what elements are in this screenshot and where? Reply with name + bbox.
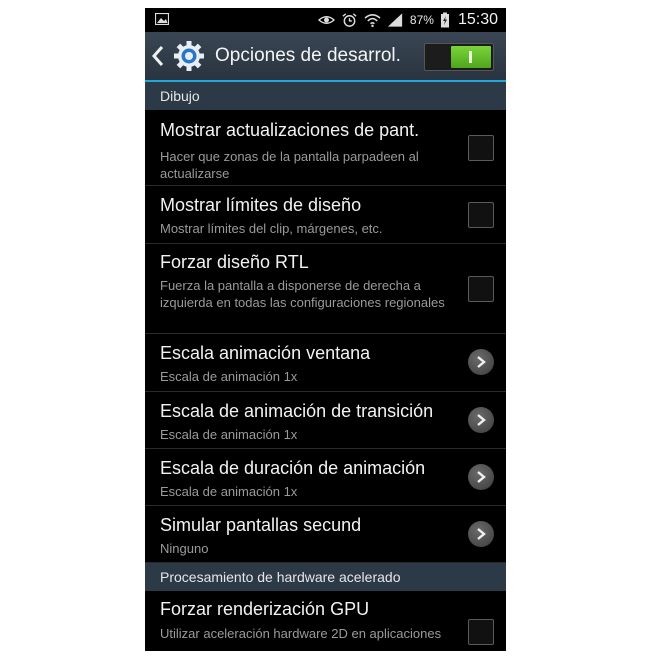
back-chevron-icon[interactable]	[151, 45, 165, 67]
checkbox[interactable]	[468, 619, 494, 645]
item-title: Mostrar actualizaciones de pant.	[160, 120, 420, 140]
item-title: Escala de duración de animación	[160, 458, 426, 478]
chevron-right-icon[interactable]	[468, 521, 494, 547]
list-item-escala-duracion[interactable]: Escala de duración de animación Escala d…	[145, 449, 506, 506]
item-title: Mostrar límites de diseño	[160, 195, 362, 215]
checkbox[interactable]	[468, 276, 494, 302]
item-summary: Fuerza la pantalla a disponerse de derec…	[160, 278, 445, 310]
item-summary: Hacer que zonas de la pantalla parpadeen…	[160, 149, 419, 181]
list-item-mostrar-actualizaciones[interactable]: Mostrar actualizaciones de pant. Hacer q…	[145, 110, 506, 186]
item-summary: Escala de animación 1x	[160, 484, 298, 499]
item-title: Simular pantallas secund	[160, 515, 362, 535]
list-item-forzar-gpu[interactable]: Forzar renderización GPU Utilizar aceler…	[145, 591, 506, 651]
battery-percent: 87%	[409, 13, 434, 27]
item-title: Forzar renderización GPU	[160, 599, 370, 619]
chevron-right-icon[interactable]	[468, 464, 494, 490]
item-summary: Escala de animación 1x	[160, 369, 298, 384]
checkbox[interactable]	[468, 202, 494, 228]
item-summary: Mostrar límites del clip, márgenes, etc.	[160, 221, 383, 236]
item-title: Forzar diseño RTL	[160, 252, 309, 272]
eye-icon	[317, 16, 335, 24]
list-item-simular-pantallas[interactable]: Simular pantallas secund Ninguno	[145, 506, 506, 563]
item-summary: Utilizar aceleración hardware 2D en apli…	[160, 626, 442, 641]
section-header-dibujo: Dibujo	[145, 82, 506, 110]
toggle-on-knob	[451, 46, 491, 68]
item-title: Escala animación ventana	[160, 343, 371, 363]
settings-list: Dibujo Mostrar actualizaciones de pant. …	[145, 82, 506, 651]
phone-screen: 87% 15:30 Opciones de desarrol. Dibujo M…	[145, 8, 506, 651]
section-header-hardware: Procesamiento de hardware acelerado	[145, 563, 506, 591]
battery-charging-icon	[440, 12, 449, 28]
item-summary: Escala de animación 1x	[160, 427, 298, 442]
item-title: Escala de animación de transición	[160, 401, 434, 421]
alarm-icon	[342, 13, 357, 27]
list-item-forzar-rtl[interactable]: Forzar diseño RTL Fuerza la pantalla a d…	[145, 244, 506, 334]
item-summary: Ninguno	[160, 541, 209, 556]
status-bar: 87% 15:30	[145, 8, 506, 32]
settings-gear-icon	[174, 41, 204, 71]
chevron-right-icon[interactable]	[468, 349, 494, 375]
page-title: Opciones de desarrol.	[215, 45, 401, 66]
signal-icon	[387, 13, 403, 27]
action-bar: Opciones de desarrol.	[145, 32, 506, 82]
list-item-mostrar-limites[interactable]: Mostrar límites de diseño Mostrar límite…	[145, 186, 506, 244]
chevron-right-icon[interactable]	[468, 407, 494, 433]
wifi-icon	[364, 14, 381, 28]
list-item-escala-ventana[interactable]: Escala animación ventana Escala de anima…	[145, 334, 506, 392]
developer-options-toggle[interactable]	[424, 43, 494, 71]
clock: 15:30	[457, 11, 498, 28]
list-item-escala-transicion[interactable]: Escala de animación de transición Escala…	[145, 392, 506, 449]
image-icon	[155, 13, 169, 25]
checkbox[interactable]	[468, 135, 494, 161]
